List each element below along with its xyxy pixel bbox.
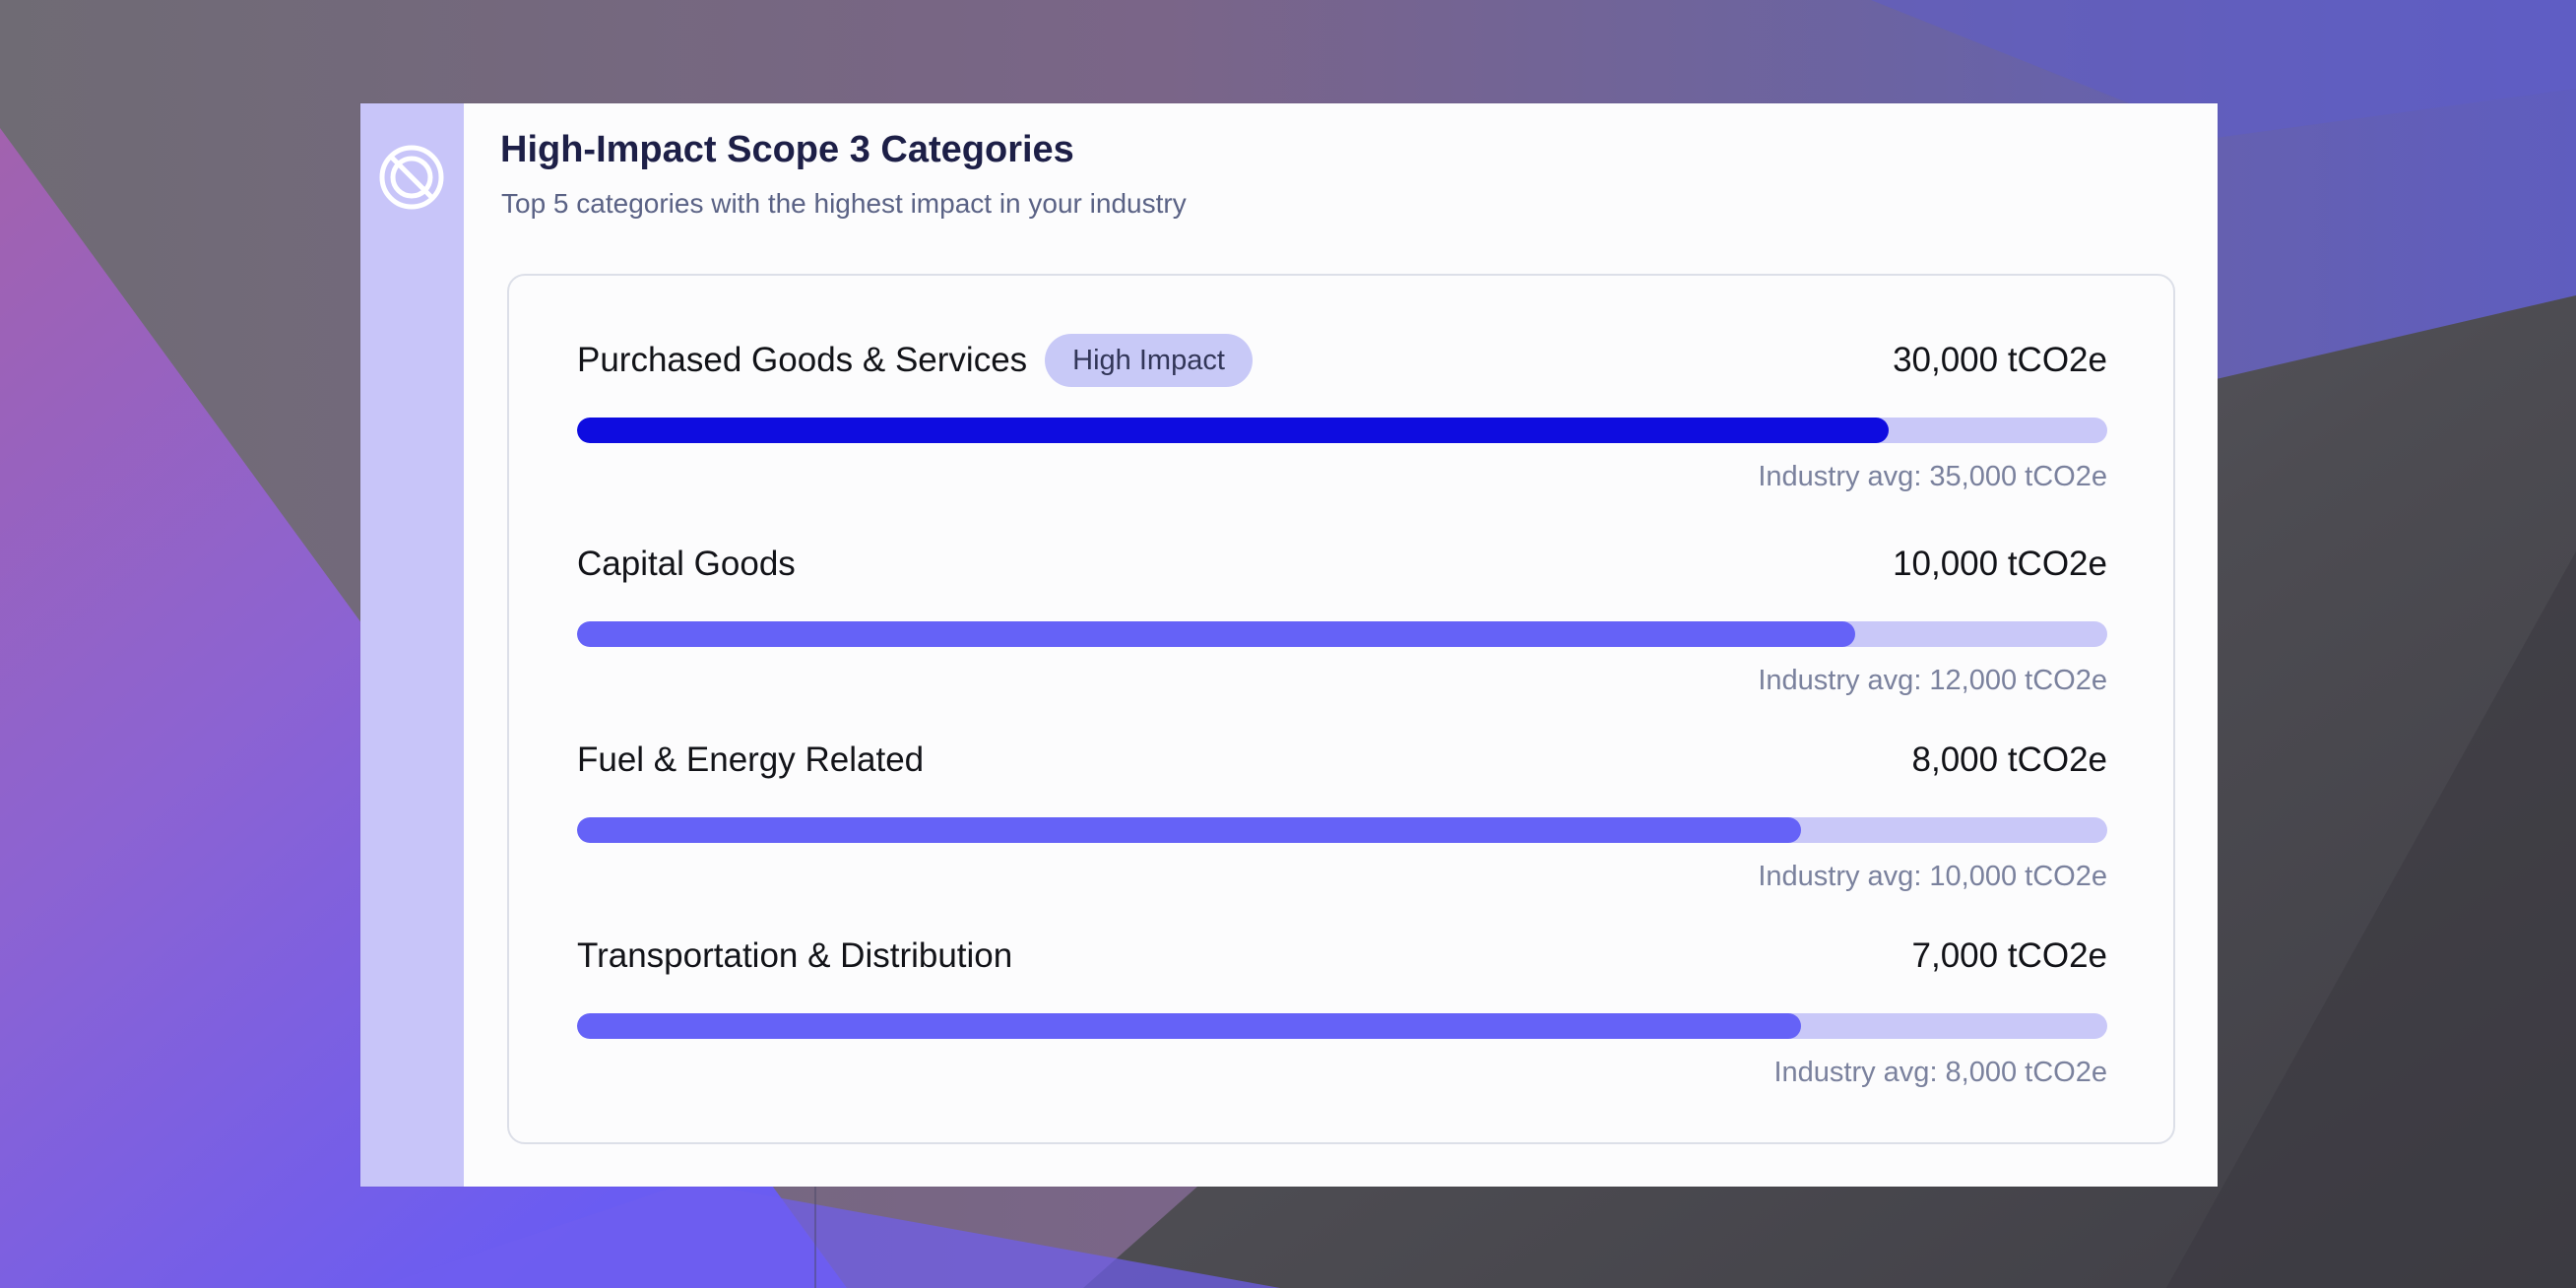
industry-average: Industry avg: 10,000 tCO2e — [1758, 861, 2107, 892]
industry-average: Industry avg: 12,000 tCO2e — [1758, 665, 2107, 696]
category-row: Capital Goods 10,000 tCO2e Industry avg:… — [577, 535, 2107, 702]
category-label: Capital Goods — [577, 545, 796, 583]
category-row: Transportation & Distribution 7,000 tCO2… — [577, 927, 2107, 1094]
category-value: 7,000 tCO2e — [1911, 936, 2107, 975]
category-value: 8,000 tCO2e — [1911, 741, 2107, 779]
scope3-panel: High-Impact Scope 3 Categories Top 5 cat… — [360, 103, 2218, 1187]
category-label: Purchased Goods & Services — [577, 341, 1028, 379]
circle-slash-logo-icon[interactable] — [377, 143, 446, 212]
page-subtitle: Top 5 categories with the highest impact… — [501, 188, 1187, 219]
side-rail — [360, 103, 464, 1187]
category-row: Purchased Goods & Services High Impact 3… — [577, 331, 2107, 498]
page-title: High-Impact Scope 3 Categories — [500, 129, 1074, 170]
industry-average: Industry avg: 35,000 tCO2e — [1758, 461, 2107, 492]
progress-track — [577, 1013, 2107, 1039]
industry-average: Industry avg: 8,000 tCO2e — [1773, 1057, 2107, 1088]
progress-track — [577, 817, 2107, 843]
category-label: Transportation & Distribution — [577, 936, 1013, 975]
category-label: Fuel & Energy Related — [577, 741, 925, 779]
categories-card: Purchased Goods & Services High Impact 3… — [507, 274, 2175, 1144]
high-impact-badge: High Impact — [1045, 334, 1253, 387]
category-row: Fuel & Energy Related 8,000 tCO2e Indust… — [577, 731, 2107, 898]
progress-track — [577, 418, 2107, 443]
progress-fill — [577, 817, 1802, 843]
category-value: 30,000 tCO2e — [1893, 341, 2107, 379]
progress-track — [577, 621, 2107, 647]
progress-fill — [577, 621, 1855, 647]
progress-fill — [577, 418, 1889, 443]
category-value: 10,000 tCO2e — [1893, 545, 2107, 583]
progress-fill — [577, 1013, 1802, 1039]
